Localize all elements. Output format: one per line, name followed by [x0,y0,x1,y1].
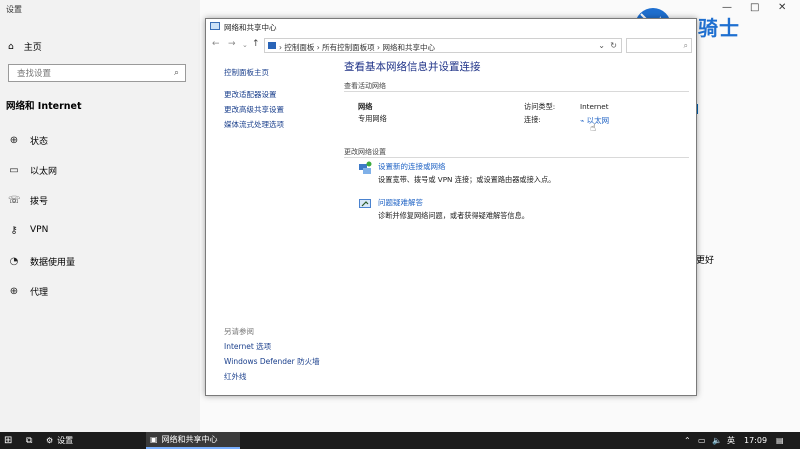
troubleshoot-icon [359,199,371,208]
network-name: 网络 [358,102,373,111]
divider [344,91,689,92]
link-internet-options[interactable]: Internet 选项 [224,341,271,352]
network-center-icon [210,22,220,30]
address-bar[interactable]: › 控制面板 › 所有控制面板项 › 网络和共享中心 ⌄ ↻ [264,38,622,53]
breadcrumb-item[interactable]: 控制面板 [284,43,314,52]
sidebar-item-label: 代理 [30,287,49,298]
taskbar-settings-app[interactable]: ⚙ 设置 [46,432,73,449]
search-icon[interactable]: ⌕ [174,68,179,78]
settings-section-title: 网络和 Internet [6,101,82,112]
sidebar-item-data-usage[interactable]: ◔ 数据使用量 [8,254,75,268]
new-connection-icon [359,161,372,174]
sidebar-item-status[interactable]: ⊕ 状态 [8,133,48,147]
connection-label: 连接: [524,115,541,124]
address-dropdown-icon[interactable]: ⌄ [598,41,605,50]
ethernet-link-icon: ⌁ [580,117,585,125]
control-panel-search[interactable]: ⌕ [626,38,692,53]
sidebar-item-dialup[interactable]: ☏ 拨号 [8,193,48,207]
windows-start-icon[interactable]: ⊞ [4,432,12,449]
ime-indicator[interactable]: 英 [727,432,735,449]
home-icon: ⌂ [8,41,14,52]
settings-search-input[interactable] [15,68,169,80]
nsc-titlebar[interactable]: 网络和共享中心 [206,19,696,34]
forward-arrow-icon[interactable]: → [228,39,236,49]
tray-expand-icon[interactable]: ⌃ [684,432,691,449]
settings-window-title: 设置 [6,5,22,14]
nsc-window-title: 网络和共享中心 [224,23,277,32]
sidebar-item-ethernet[interactable]: ▭ 以太网 [8,163,57,177]
settings-search-box[interactable]: ⌕ [8,64,186,82]
link-infrared[interactable]: 红外线 [224,371,247,382]
back-arrow-icon[interactable]: ← [212,39,220,49]
sidebar-item-label: 状态 [30,136,49,147]
active-networks-label: 查看活动网络 [344,82,386,90]
search-icon[interactable]: ⌕ [684,41,688,51]
access-type-value: Internet [580,102,609,111]
sidebar-item-proxy[interactable]: ⊕ 代理 [8,284,48,298]
taskbar: ⊞ ⧉ ⚙ 设置 ▣ 网络和共享中心 ⌃ ▭ 🔈 英 17:09 ▤ [0,432,800,449]
background-text-fragment: 更好 [696,256,715,266]
background-link-fragment [696,104,704,114]
link-advanced-sharing-settings[interactable]: 更改高级共享设置 [224,104,284,115]
home-label: 主页 [23,43,42,53]
network-type: 专用网络 [358,114,387,123]
clock[interactable]: 17:09 [744,432,767,449]
dialup-icon: ☏ [8,194,21,206]
sidebar-item-vpn[interactable]: ⚷ VPN [8,223,48,237]
gear-icon: ⚙ [46,436,54,445]
ethernet-icon: ▭ [9,164,19,176]
data-usage-icon: ◔ [9,255,19,267]
change-settings-label: 更改网络设置 [344,148,386,156]
link-change-adapter-settings[interactable]: 更改适配器设置 [224,89,277,100]
vpn-icon: ⚷ [10,224,18,236]
up-arrow-icon[interactable]: ↑ [252,39,260,49]
task-new-connection[interactable]: 设置新的连接或网络 [378,161,446,172]
task-new-connection-desc: 设置宽带、拨号或 VPN 连接；或设置路由器或接入点。 [378,175,556,184]
network-tray-icon[interactable]: ▭ [698,432,706,449]
network-center-icon: ▣ [150,435,158,444]
notification-icon[interactable]: ▤ [776,432,784,449]
settings-home-link[interactable]: ⌂ 主页 [8,40,42,54]
mouse-cursor-icon: ☝ [590,123,597,134]
taskbar-settings-label: 设置 [57,436,74,445]
sidebar-item-label: 数据使用量 [30,257,76,268]
link-control-panel-home[interactable]: 控制面板主页 [224,67,269,78]
globe-icon: ⊕ [9,134,19,146]
task-view-icon[interactable]: ⧉ [26,432,32,449]
sidebar-item-label: 以太网 [30,166,58,177]
nsc-left-pane: 控制面板主页 更改适配器设置 更改高级共享设置 媒体流式处理选项 另请参阅 In… [206,59,334,393]
see-also-title: 另请参阅 [224,327,254,336]
volume-icon[interactable]: 🔈 [712,432,722,449]
sidebar-item-label: 拨号 [30,196,49,207]
taskbar-nsc-app[interactable]: ▣ 网络和共享中心 [146,432,240,449]
close-button[interactable]: ✕ [778,2,786,13]
breadcrumb-item[interactable]: 所有控制面板项 [322,43,375,52]
sidebar-item-label: VPN [30,225,49,235]
taskbar-nsc-label: 网络和共享中心 [161,435,218,444]
proxy-globe-icon: ⊕ [9,285,19,297]
page-title: 查看基本网络信息并设置连接 [344,61,481,73]
nsc-navbar: ← → ⌄ ↑ › 控制面板 › 所有控制面板项 › 网络和共享中心 ⌄ ↻ ⌕ [206,38,696,54]
refresh-icon[interactable]: ↻ [610,41,617,50]
divider [344,157,689,158]
network-sharing-center-window: 网络和共享中心 ← → ⌄ ↑ › 控制面板 › 所有控制面板项 › 网络和共享… [205,18,697,396]
access-type-label: 访问类型: [524,102,556,111]
recent-dropdown-icon[interactable]: ⌄ [242,41,248,49]
breadcrumb: › 控制面板 › 所有控制面板项 › 网络和共享中心 [279,43,435,52]
control-panel-icon [268,42,276,49]
link-defender-firewall[interactable]: Windows Defender 防火墙 [224,356,320,367]
breadcrumb-item[interactable]: 网络和共享中心 [382,43,435,52]
link-media-streaming[interactable]: 媒体流式处理选项 [224,119,284,130]
settings-window: 设置 ⌂ 主页 ⌕ 网络和 Internet ⊕ 状态 ▭ 以太网 ☏ 拨号 ⚷… [0,0,200,432]
task-troubleshoot[interactable]: 问题疑难解答 [378,197,423,208]
maximize-button[interactable]: □ [750,2,759,13]
task-troubleshoot-desc: 诊断并修复网络问题，或者获得疑难解答信息。 [378,211,529,220]
